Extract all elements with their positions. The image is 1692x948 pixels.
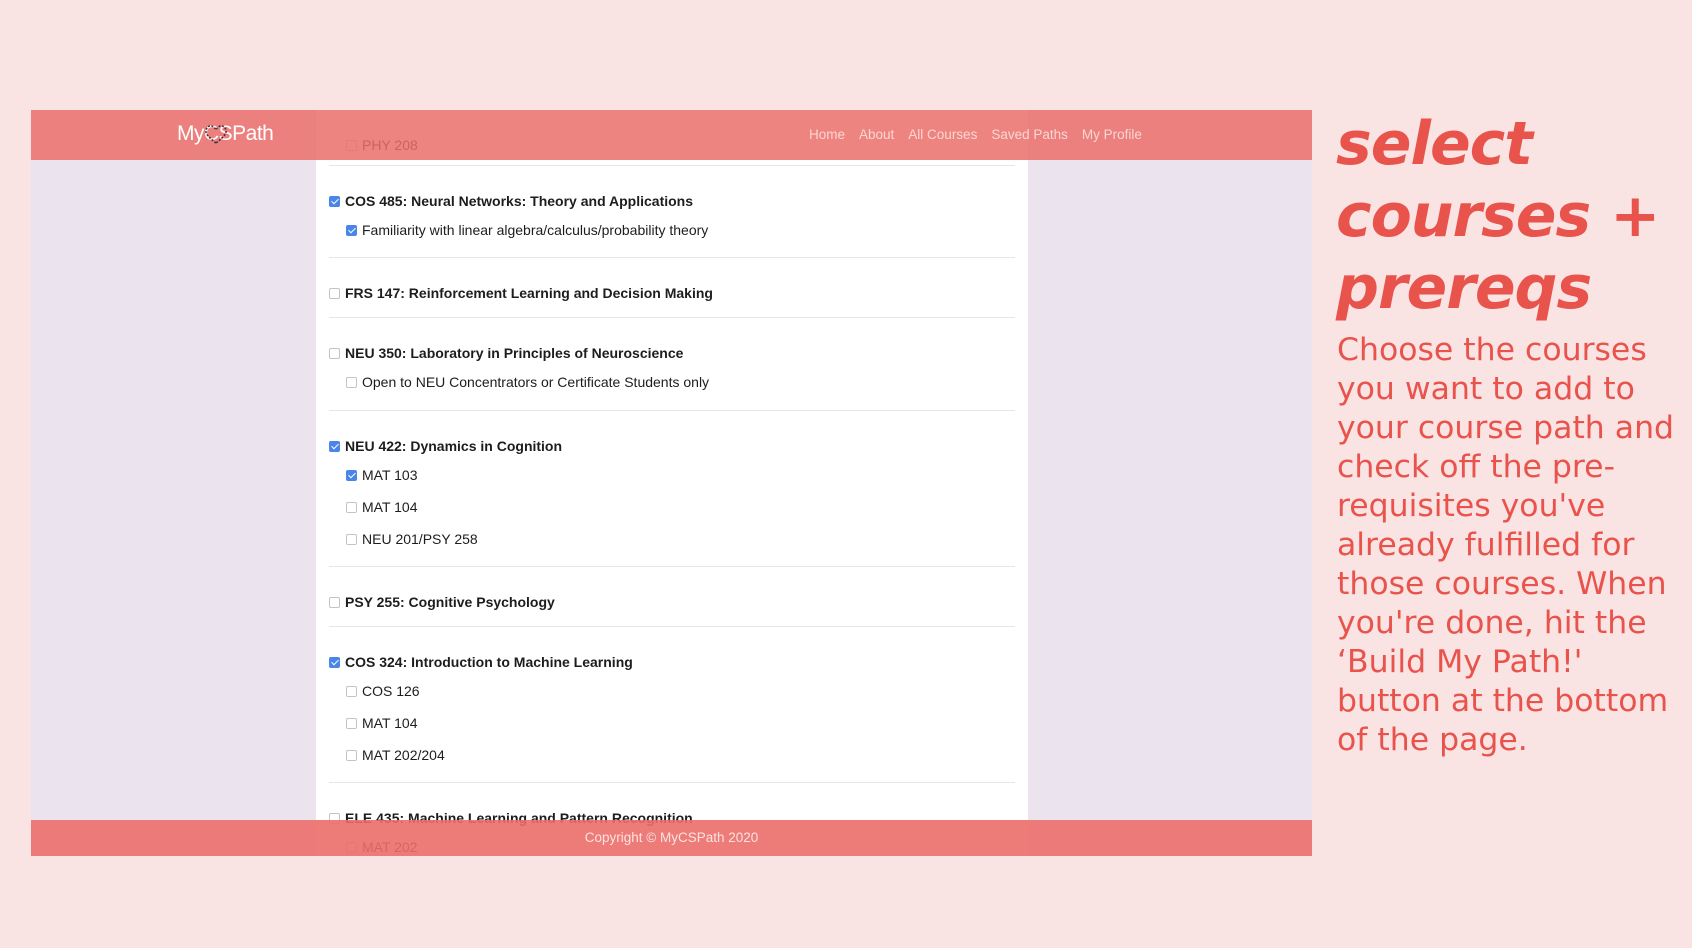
course-checkbox[interactable] <box>329 195 340 207</box>
course-title: NEU 422: Dynamics in Cognition <box>345 438 563 454</box>
prereq-label: COS 126 <box>362 683 420 699</box>
prereq-checkbox[interactable] <box>346 717 357 729</box>
nav-links: Home About All Courses Saved Paths My Pr… <box>809 127 1142 142</box>
prereq-checkbox-row[interactable]: COS 126 <box>346 683 420 699</box>
prereq-label: Open to NEU Concentrators or Certificate… <box>362 374 710 390</box>
course-checkbox[interactable] <box>329 287 340 299</box>
app-screenshot: PHY 208COS 485: Neural Networks: Theory … <box>31 110 1312 856</box>
prereq-checkbox-row[interactable]: NEU 201/PSY 258 <box>346 531 478 547</box>
nav-my-profile[interactable]: My Profile <box>1082 127 1142 142</box>
prereq-checkbox[interactable] <box>346 376 357 388</box>
prereq-checkbox-row[interactable]: Open to NEU Concentrators or Certificate… <box>346 374 709 390</box>
prereq-label: MAT 104 <box>362 715 418 731</box>
course-divider <box>329 566 1015 567</box>
navbar: MyCSPath Home About All Courses Saved Pa… <box>31 110 1312 160</box>
course-divider <box>329 257 1015 258</box>
prereq-checkbox[interactable] <box>346 469 357 481</box>
course-panel: PHY 208COS 485: Neural Networks: Theory … <box>316 110 1028 856</box>
course-title: NEU 350: Laboratory in Principles of Neu… <box>345 345 684 361</box>
nav-saved-paths[interactable]: Saved Paths <box>991 127 1068 142</box>
course-divider <box>329 317 1015 318</box>
course-checkbox-row[interactable]: PSY 255: Cognitive Psychology <box>329 594 555 610</box>
course-title: FRS 147: Reinforcement Learning and Deci… <box>345 285 713 301</box>
prereq-label: MAT 202/204 <box>362 747 445 763</box>
nav-all-courses[interactable]: All Courses <box>908 127 977 142</box>
prereq-label: NEU 201/PSY 258 <box>362 531 478 547</box>
prereq-checkbox-row[interactable]: Familiarity with linear algebra/calculus… <box>346 222 708 238</box>
prereq-checkbox-row[interactable]: MAT 104 <box>346 715 418 731</box>
course-title: PSY 255: Cognitive Psychology <box>345 594 555 610</box>
prereq-checkbox[interactable] <box>346 501 357 513</box>
prereq-label: MAT 103 <box>362 467 418 483</box>
prereq-checkbox[interactable] <box>346 685 357 697</box>
logo-heart-icon <box>205 125 227 145</box>
prereq-label: MAT 104 <box>362 499 418 515</box>
course-checkbox[interactable] <box>329 656 340 668</box>
course-divider <box>329 165 1015 166</box>
nav-about[interactable]: About <box>859 127 894 142</box>
course-checkbox-row[interactable]: FRS 147: Reinforcement Learning and Deci… <box>329 285 713 301</box>
nav-home[interactable]: Home <box>809 127 845 142</box>
course-checkbox-row[interactable]: COS 485: Neural Networks: Theory and App… <box>329 193 693 209</box>
course-title: COS 485: Neural Networks: Theory and App… <box>345 193 694 209</box>
footer-copyright: Copyright © MyCSPath 2020 <box>584 830 759 845</box>
course-divider <box>329 782 1015 783</box>
annotation-body: Choose the courses you want to add to yo… <box>1337 332 1675 758</box>
prereq-checkbox[interactable] <box>346 224 357 236</box>
course-checkbox[interactable] <box>329 596 340 608</box>
footer: Copyright © MyCSPath 2020 <box>31 820 1312 856</box>
prereq-checkbox[interactable] <box>346 533 357 545</box>
course-checkbox-row[interactable]: NEU 422: Dynamics in Cognition <box>329 438 562 454</box>
course-title: COS 324: Introduction to Machine Learnin… <box>345 654 633 670</box>
annotation-heading: select courses + prereqs <box>1336 109 1660 323</box>
prereq-checkbox-row[interactable]: MAT 104 <box>346 499 418 515</box>
course-checkbox[interactable] <box>329 347 340 359</box>
course-divider <box>329 410 1015 411</box>
course-checkbox[interactable] <box>329 440 340 452</box>
course-divider <box>329 626 1015 627</box>
course-checkbox-row[interactable]: NEU 350: Laboratory in Principles of Neu… <box>329 345 683 361</box>
prereq-checkbox-row[interactable]: MAT 103 <box>346 467 418 483</box>
prereq-label: Familiarity with linear algebra/calculus… <box>362 222 709 238</box>
prereq-checkbox-row[interactable]: MAT 202/204 <box>346 747 445 763</box>
prereq-checkbox[interactable] <box>346 749 357 761</box>
course-checkbox-row[interactable]: COS 324: Introduction to Machine Learnin… <box>329 654 633 670</box>
